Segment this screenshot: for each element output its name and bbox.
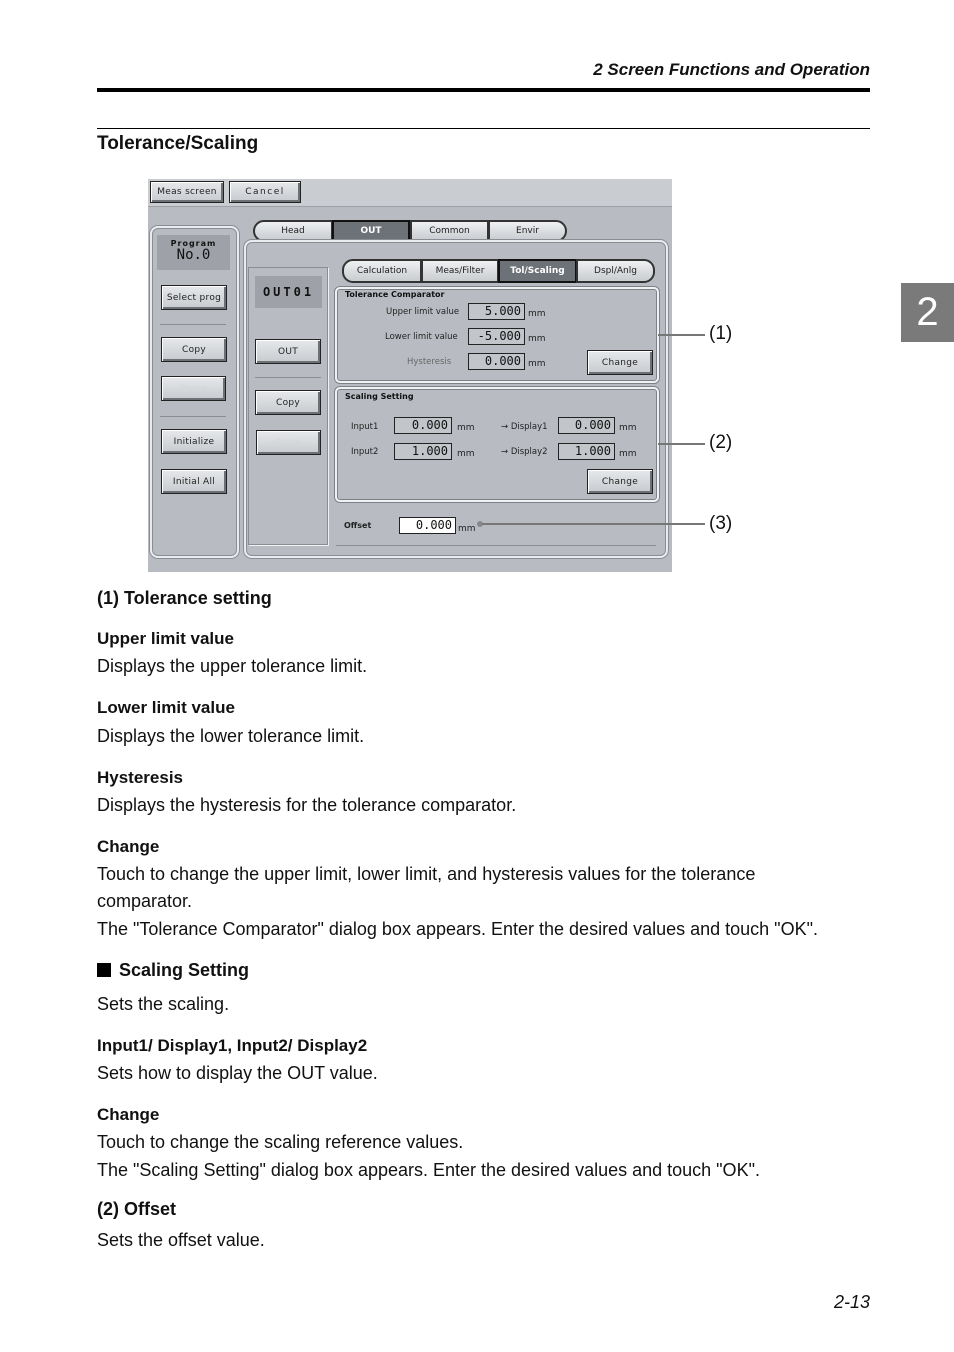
- tolerance-change-button[interactable]: Change: [587, 350, 653, 375]
- text-scaling: Sets the scaling.: [97, 994, 230, 1014]
- text-change-2: comparator.: [97, 891, 193, 911]
- display2-label: → Display2: [501, 447, 548, 457]
- tab-common[interactable]: Common: [410, 220, 489, 242]
- heading-tolerance-setting: (1) Tolerance setting: [97, 588, 272, 608]
- input1-unit: mm: [457, 423, 475, 433]
- display1-unit: mm: [619, 423, 637, 433]
- text-change-scaling-2: The "Scaling Setting" dialog box appears…: [97, 1160, 760, 1180]
- subtab-tol-scaling[interactable]: Tol/Scaling: [498, 259, 577, 283]
- subtab-calculation[interactable]: Calculation: [342, 259, 422, 283]
- text-hysteresis: Displays the hysteresis for the toleranc…: [97, 795, 517, 815]
- input1-label: Input1: [351, 422, 379, 432]
- text-input-display: Sets how to display the OUT value.: [97, 1063, 378, 1083]
- program-paste-button[interactable]: Paste: [161, 376, 226, 401]
- section-title: Tolerance/Scaling: [97, 133, 259, 154]
- upper-limit-value: 5.000: [468, 303, 525, 320]
- page-number: 2-13: [833, 1292, 870, 1312]
- heading-scaling-setting-text: Scaling Setting: [119, 960, 250, 980]
- tab-out[interactable]: OUT: [332, 220, 410, 242]
- lower-limit-label: Lower limit value: [385, 332, 458, 342]
- display1-label: → Display1: [501, 422, 548, 432]
- text-change-scaling-1: Touch to change the scaling reference va…: [97, 1132, 464, 1152]
- meas-screen-button[interactable]: Meas screen: [150, 181, 224, 203]
- divider: [336, 545, 656, 546]
- tolerance-comparator-title: Tolerance Comparator: [345, 290, 445, 299]
- callout-3: (3): [709, 513, 733, 534]
- offset-label: Offset: [344, 521, 372, 530]
- program-number: No.0: [176, 247, 211, 263]
- out-number: OUT01: [255, 276, 322, 308]
- callout-line-3: [482, 523, 705, 525]
- lower-limit-value: -5.000: [468, 328, 525, 345]
- initial-all-button[interactable]: Initial All: [161, 469, 227, 494]
- input2-value: 1.000: [394, 443, 452, 460]
- top-bar: [148, 179, 672, 207]
- text-lower-limit: Displays the lower tolerance limit.: [97, 726, 365, 746]
- hysteresis-unit: mm: [528, 359, 546, 369]
- program-display: Program No.0: [157, 235, 230, 270]
- heading-change: Change: [97, 837, 160, 856]
- divider: [255, 377, 321, 378]
- lower-limit-unit: mm: [528, 334, 546, 344]
- out-paste-button[interactable]: Paste: [256, 430, 321, 455]
- heading-change-scaling: Change: [97, 1105, 160, 1124]
- hysteresis-value: 0.000: [468, 353, 525, 370]
- section-rule: [97, 128, 870, 129]
- offset-unit: mm: [458, 524, 476, 534]
- input2-unit: mm: [457, 449, 475, 459]
- text-change-3: The "Tolerance Comparator" dialog box ap…: [97, 919, 818, 939]
- subtab-meas-filter[interactable]: Meas/Filter: [421, 259, 499, 283]
- input2-label: Input2: [351, 447, 379, 457]
- divider: [160, 324, 226, 325]
- divider: [160, 416, 226, 417]
- heading-hysteresis: Hysteresis: [97, 768, 184, 787]
- square-bullet-icon: [97, 963, 111, 977]
- heading-scaling-setting: Scaling Setting: [97, 957, 249, 984]
- callout-line-1: [658, 334, 705, 336]
- header-rule: [97, 88, 870, 92]
- scaling-setting-title: Scaling Setting: [345, 392, 414, 401]
- chapter-tab: 2: [901, 283, 954, 342]
- running-header: 2 Screen Functions and Operation: [593, 60, 870, 79]
- upper-limit-unit: mm: [528, 309, 546, 319]
- input1-value: 0.000: [394, 417, 452, 434]
- text-upper-limit: Displays the upper tolerance limit.: [97, 656, 368, 676]
- display2-value: 1.000: [558, 443, 615, 460]
- tab-envir[interactable]: Envir: [488, 220, 567, 242]
- callout-2: (2): [709, 432, 733, 453]
- display2-unit: mm: [619, 449, 637, 459]
- heading-upper-limit: Upper limit value: [97, 629, 234, 648]
- out-copy-button[interactable]: Copy: [255, 390, 321, 415]
- upper-limit-label: Upper limit value: [386, 307, 460, 317]
- callout-1: (1): [709, 323, 733, 344]
- callout-line-2: [658, 443, 705, 445]
- program-copy-button[interactable]: Copy: [161, 337, 227, 362]
- heading-input-display: Input1/ Display1, Input2/ Display2: [97, 1036, 368, 1055]
- text-change-1: Touch to change the upper limit, lower l…: [97, 864, 756, 884]
- select-prog-button[interactable]: Select prog: [161, 285, 227, 310]
- out-button[interactable]: OUT: [255, 339, 321, 364]
- initialize-button[interactable]: Initialize: [161, 429, 227, 454]
- scaling-change-button[interactable]: Change: [587, 469, 653, 494]
- subtab-dspl-anlg[interactable]: Dspl/Anlg: [576, 259, 655, 283]
- display1-value: 0.000: [558, 417, 615, 434]
- heading-offset: (2) Offset: [97, 1199, 177, 1219]
- text-offset: Sets the offset value.: [97, 1230, 265, 1250]
- tab-head[interactable]: Head: [253, 220, 333, 242]
- device-screen: Meas screen Cancel Program No.0 Select p…: [148, 179, 672, 572]
- offset-value: 0.000: [399, 517, 456, 534]
- hysteresis-label: Hysteresis: [407, 357, 452, 367]
- cancel-button[interactable]: Cancel: [229, 181, 301, 203]
- heading-lower-limit: Lower limit value: [97, 698, 235, 717]
